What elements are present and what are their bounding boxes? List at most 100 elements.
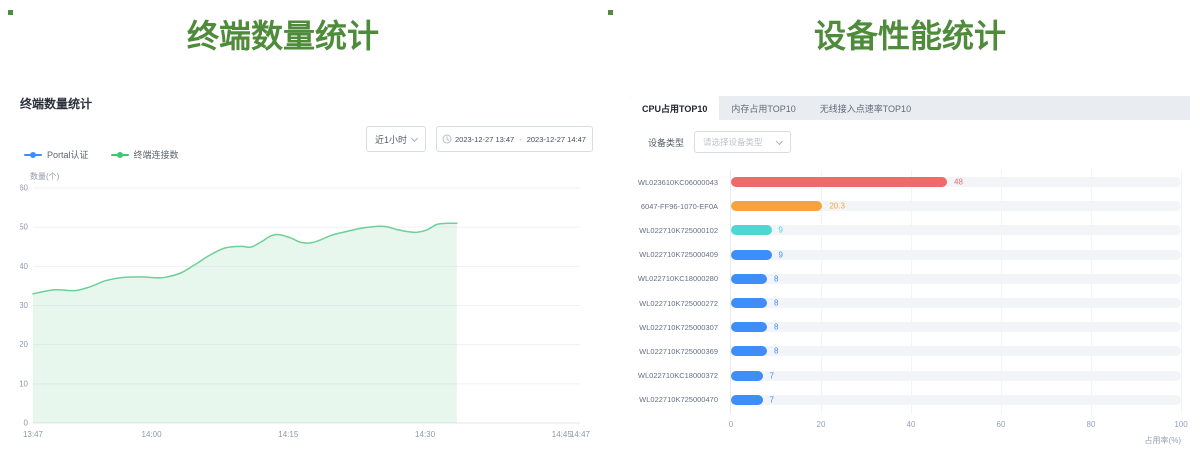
- y-tick-label: 60: [20, 184, 29, 193]
- terminal-section-title: 终端数量统计: [0, 11, 566, 57]
- x-tick-label: 40: [896, 420, 926, 429]
- bar: [731, 225, 772, 235]
- bar-track: 8: [731, 274, 1181, 284]
- y-tick-label: 30: [20, 301, 29, 310]
- bar-category-label: 6047-FF96-1070-EF0A: [630, 202, 718, 211]
- date-start: 2023-12-27 13:47: [455, 135, 514, 144]
- bar-track: 7: [731, 395, 1181, 405]
- y-tick-label: 10: [20, 379, 29, 388]
- device-section-title: 设备性能统计: [630, 11, 1190, 57]
- y-tick-label: 20: [20, 340, 29, 349]
- chevron-down-icon: [411, 134, 418, 141]
- bar-track: 20.3: [731, 201, 1181, 211]
- bar-row: WL022710K725000307 8: [630, 315, 1190, 339]
- legend-item-portal-auth[interactable]: Portal认证: [24, 148, 89, 161]
- x-tick-label: 14:00: [142, 430, 163, 439]
- bar-x-ticks: 020406080100: [630, 420, 1190, 430]
- bar: [731, 250, 772, 260]
- bar-track: 9: [731, 250, 1181, 260]
- bar-value-label: 8: [774, 347, 778, 356]
- tab-cpu-top10[interactable]: CPU占用TOP10: [630, 96, 719, 120]
- bullet-marker: [608, 10, 613, 15]
- terminal-count-section: 终端数量统计 终端数量统计 近1小时 2023-12-27 13:47 - 20…: [0, 0, 600, 456]
- device-type-label: 设备类型: [648, 136, 684, 149]
- bar-row: WL023610KC06000043 48: [630, 170, 1190, 194]
- bar-value-label: 8: [774, 323, 778, 332]
- chevron-down-icon: [776, 137, 783, 144]
- performance-tabbar: CPU占用TOP10内存占用TOP10无线接入点速率TOP10: [630, 96, 1190, 120]
- x-tick-label: 20: [806, 420, 836, 429]
- bar-row: WL022710KC18000372 7: [630, 364, 1190, 388]
- legend-item-terminal-connections[interactable]: 终端连接数: [111, 148, 179, 161]
- bar-track: 48: [731, 177, 1181, 187]
- bar-row: WL022710K725000470 7: [630, 388, 1190, 412]
- bar: [731, 177, 947, 187]
- bar-row: WL022710K725000102 9: [630, 218, 1190, 242]
- terminal-line-chart: 010203040506013:4714:0014:1514:3014:4514…: [20, 180, 595, 448]
- bar-value-label: 9: [779, 250, 783, 259]
- bar-axis-title: 占用率(%): [1145, 435, 1181, 446]
- bar: [731, 346, 767, 356]
- x-tick-label: 14:47: [570, 430, 591, 439]
- legend-label: Portal认证: [47, 148, 89, 161]
- bar-category-label: WL022710K725000102: [630, 226, 718, 235]
- legend-line-dot-icon: [24, 151, 42, 159]
- bar-value-label: 7: [770, 395, 774, 404]
- bar-category-label: WL023610KC06000043: [630, 178, 718, 187]
- bar-category-label: WL022710K725000470: [630, 395, 718, 404]
- x-tick-label: 14:30: [415, 430, 436, 439]
- bar-category-label: WL022710K725000369: [630, 347, 718, 356]
- x-tick-label: 0: [716, 420, 746, 429]
- tab-wireless-rate-top10[interactable]: 无线接入点速率TOP10: [808, 96, 923, 120]
- date-end: 2023-12-27 14:47: [527, 135, 586, 144]
- bar-value-label: 8: [774, 274, 778, 283]
- bar-value-label: 20.3: [829, 202, 845, 211]
- bar-track: 8: [731, 346, 1181, 356]
- device-performance-section: 设备性能统计 CPU占用TOP10内存占用TOP10无线接入点速率TOP10 设…: [630, 0, 1190, 456]
- bar: [731, 274, 767, 284]
- bar-category-label: WL022710KC18000280: [630, 274, 718, 283]
- bar-category-label: WL022710K725000272: [630, 299, 718, 308]
- device-type-select[interactable]: 请选择设备类型: [694, 131, 791, 153]
- x-tick-label: 14:15: [278, 430, 299, 439]
- clock-icon: [442, 134, 452, 144]
- bar-value-label: 48: [954, 178, 963, 187]
- terminal-card-header: 终端数量统计: [20, 95, 92, 112]
- bar-row: 6047-FF96-1070-EF0A 20.3: [630, 194, 1190, 218]
- bar-category-label: WL022710K725000307: [630, 323, 718, 332]
- bar: [731, 371, 763, 381]
- bar-row: WL022710KC18000280 8: [630, 267, 1190, 291]
- legend-line-dot-icon: [111, 151, 129, 159]
- bar: [731, 201, 822, 211]
- chart-controls: 近1小时 2023-12-27 13:47 - 2023-12-27 14:47: [366, 126, 593, 152]
- date-range-picker[interactable]: 2023-12-27 13:47 - 2023-12-27 14:47: [436, 126, 593, 152]
- date-separator: -: [519, 135, 522, 144]
- bar-value-label: 7: [770, 371, 774, 380]
- time-range-select[interactable]: 近1小时: [366, 126, 426, 152]
- bar-row: WL022710K725000369 8: [630, 339, 1190, 363]
- time-range-value: 近1小时: [375, 133, 407, 146]
- bar: [731, 322, 767, 332]
- x-tick-label: 80: [1076, 420, 1106, 429]
- chart-legend: Portal认证 终端连接数: [24, 148, 179, 161]
- bar-track: 7: [731, 371, 1181, 381]
- bar-row: WL022710K725000272 8: [630, 291, 1190, 315]
- bar: [731, 298, 767, 308]
- y-tick-label: 0: [24, 419, 29, 428]
- x-tick-label: 13:47: [23, 430, 44, 439]
- device-type-placeholder: 请选择设备类型: [703, 136, 763, 148]
- bar-track: 8: [731, 298, 1181, 308]
- x-tick-label: 100: [1166, 420, 1196, 429]
- cpu-bar-rows: WL023610KC06000043 48 6047-FF96-1070-EF0A 2…: [630, 170, 1190, 412]
- bar-category-label: WL022710K725000409: [630, 250, 718, 259]
- bar-value-label: 8: [774, 299, 778, 308]
- tab-memory-top10[interactable]: 内存占用TOP10: [719, 96, 807, 120]
- y-tick-label: 50: [20, 223, 29, 232]
- bar-value-label: 9: [779, 226, 783, 235]
- bar-row: WL022710K725000409 9: [630, 243, 1190, 267]
- bar-track: 8: [731, 322, 1181, 332]
- bar: [731, 395, 763, 405]
- x-tick-label: 60: [986, 420, 1016, 429]
- bar-category-label: WL022710KC18000372: [630, 371, 718, 380]
- series-area: [33, 223, 457, 423]
